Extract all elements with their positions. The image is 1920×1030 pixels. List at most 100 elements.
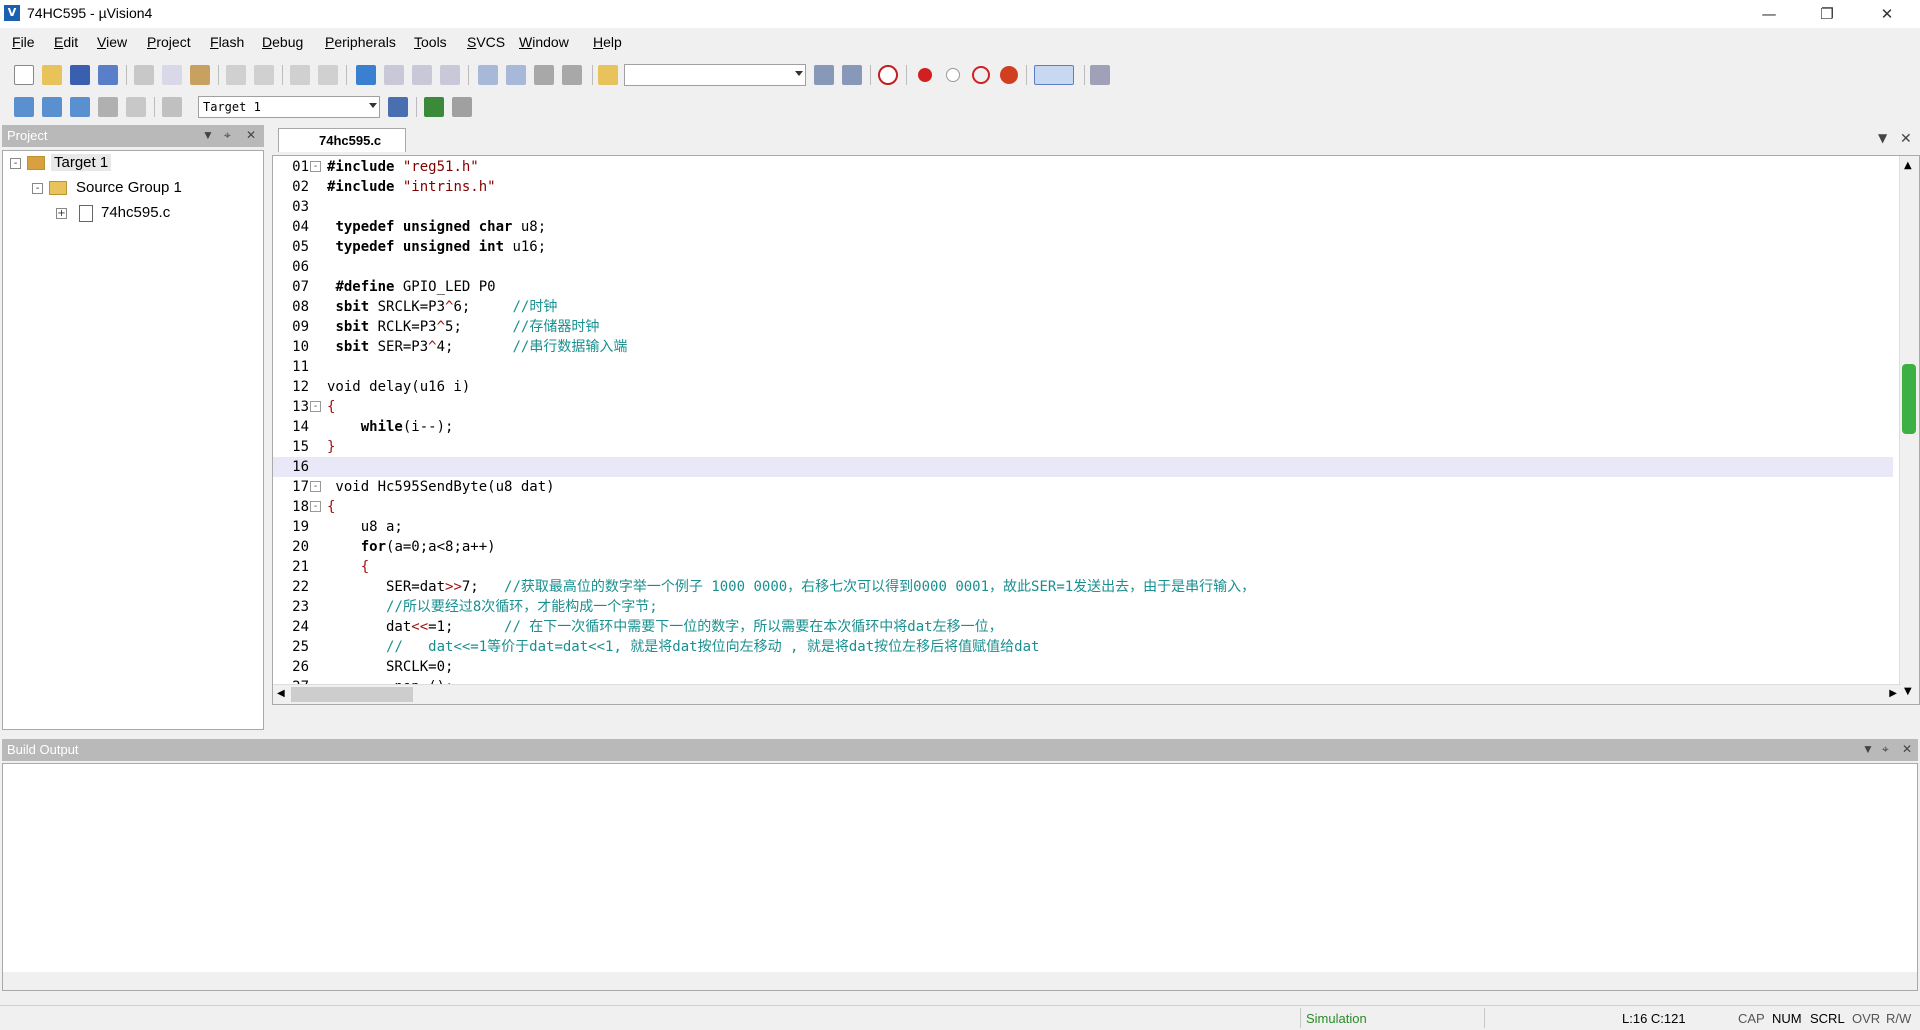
code-line[interactable]: 14 while(i--); <box>273 417 1893 437</box>
code-editor[interactable]: 01- #include "reg51.h" 02 #include "intrins… <box>272 155 1920 705</box>
target-select[interactable]: Target 1 <box>198 96 380 118</box>
fold-toggle-icon[interactable]: - <box>310 161 321 172</box>
redo-icon[interactable] <box>254 65 274 85</box>
copy-icon[interactable] <box>162 65 182 85</box>
code-line[interactable]: 26 SRCLK=0; <box>273 657 1893 677</box>
next-bookmark-icon[interactable] <box>412 65 432 85</box>
select-packs-icon[interactable] <box>452 97 472 117</box>
menu-help[interactable]: Help <box>593 34 622 50</box>
output-pin-icon[interactable]: ⌖ <box>1882 742 1889 757</box>
code-line[interactable]: 10 sbit SER=P3^4; //串行数据输入端 <box>273 337 1893 357</box>
insert-breakpoint-icon[interactable] <box>918 68 932 82</box>
cut-icon[interactable] <box>134 65 154 85</box>
code-line[interactable]: 11 <box>273 357 1893 377</box>
fold-toggle-icon[interactable]: - <box>310 401 321 412</box>
uncomment-icon[interactable] <box>562 65 582 85</box>
code-line[interactable]: 03 <box>273 197 1893 217</box>
tree-file[interactable]: 74hc595.c <box>101 204 170 221</box>
code-line[interactable]: 05 typedef unsigned int u16; <box>273 237 1893 257</box>
find-combo[interactable] <box>624 64 806 86</box>
configure-icon[interactable] <box>1090 65 1110 85</box>
tree-source-group[interactable]: Source Group 1 <box>76 179 182 196</box>
minimize-button[interactable]: — <box>1746 0 1792 28</box>
hscroll-thumb[interactable] <box>291 687 413 702</box>
find-in-files-icon[interactable] <box>598 65 618 85</box>
kill-breakpoints-icon[interactable] <box>1000 66 1018 84</box>
open-folder-icon[interactable] <box>42 65 62 85</box>
collapse-group-icon[interactable]: - <box>32 183 43 194</box>
panel-menu-icon[interactable]: ▼ <box>202 128 214 142</box>
new-file-icon[interactable] <box>14 65 34 85</box>
menu-view[interactable]: View <box>97 34 127 50</box>
insert-bookmark-icon[interactable] <box>356 65 376 85</box>
code-line[interactable]: 09 sbit RCLK=P3^5; //存储器时钟 <box>273 317 1893 337</box>
fold-toggle-icon[interactable]: - <box>310 481 321 492</box>
code-line[interactable]: 06 <box>273 257 1893 277</box>
code-line[interactable]: 16 <box>273 457 1893 477</box>
code-line[interactable]: 20 for(a=0;a<8;a++) <box>273 537 1893 557</box>
prev-bookmark-icon[interactable] <box>384 65 404 85</box>
clear-bookmarks-icon[interactable] <box>440 65 460 85</box>
code-line[interactable]: 07 #define GPIO_LED P0 <box>273 277 1893 297</box>
horizontal-scrollbar[interactable]: ◀ ▶ <box>273 684 1901 704</box>
editor-tab[interactable]: 74hc595.c <box>278 128 406 152</box>
code-line[interactable]: 02 #include "intrins.h" <box>273 177 1893 197</box>
panel-close-icon[interactable]: ✕ <box>246 128 256 142</box>
menu-file[interactable]: File <box>12 34 35 50</box>
undo-icon[interactable] <box>226 65 246 85</box>
tab-list-icon[interactable]: ▼ <box>1878 131 1887 145</box>
navigate-back-icon[interactable] <box>290 65 310 85</box>
paste-icon[interactable] <box>190 65 210 85</box>
comment-icon[interactable] <box>534 65 554 85</box>
manage-components-icon[interactable] <box>424 97 444 117</box>
unindent-icon[interactable] <box>506 65 526 85</box>
code-line[interactable]: 25 // dat<<=1等价于dat=dat<<1, 就是将dat按位向左移动… <box>273 637 1893 657</box>
output-menu-icon[interactable]: ▼ <box>1862 742 1874 756</box>
build-output-pane[interactable] <box>2 763 1918 991</box>
scroll-left-icon[interactable]: ◀ <box>277 688 285 699</box>
save-icon[interactable] <box>70 65 90 85</box>
pin-icon[interactable]: ⌖ <box>224 128 231 143</box>
start-debug-icon[interactable] <box>878 65 898 85</box>
code-line[interactable]: 12 void delay(u16 i) <box>273 377 1893 397</box>
indent-icon[interactable] <box>478 65 498 85</box>
rebuild-icon[interactable] <box>70 97 90 117</box>
scroll-down-icon[interactable]: ▼ <box>1904 686 1912 697</box>
scroll-right-icon[interactable]: ▶ <box>1889 688 1897 699</box>
menu-peripherals[interactable]: Peripherals <box>325 34 396 50</box>
scroll-thumb[interactable] <box>1902 364 1916 434</box>
output-close-icon[interactable]: ✕ <box>1902 742 1912 756</box>
menu-debug[interactable]: Debug <box>262 34 303 50</box>
menu-project[interactable]: Project <box>147 34 191 50</box>
disable-breakpoints-icon[interactable] <box>972 66 990 84</box>
stop-build-icon[interactable] <box>126 97 146 117</box>
tab-close-icon[interactable]: ✕ <box>1900 131 1912 147</box>
code-line[interactable]: 08 sbit SRCLK=P3^6; //时钟 <box>273 297 1893 317</box>
menu-window[interactable]: Window <box>519 34 569 50</box>
translate-icon[interactable] <box>14 97 34 117</box>
save-all-icon[interactable] <box>98 65 118 85</box>
vertical-scrollbar[interactable]: ▲ ▼ <box>1899 156 1919 704</box>
output-hscroll[interactable] <box>3 972 1917 990</box>
close-button[interactable]: ✕ <box>1864 0 1910 28</box>
batch-build-icon[interactable] <box>98 97 118 117</box>
find-icon[interactable] <box>814 65 834 85</box>
build-icon[interactable] <box>42 97 62 117</box>
navigate-forward-icon[interactable] <box>318 65 338 85</box>
tree-target[interactable]: Target 1 <box>51 154 112 171</box>
menu-flash[interactable]: Flash <box>210 34 244 50</box>
code-line[interactable]: 01- #include "reg51.h" <box>273 157 1893 177</box>
code-line[interactable]: 04 typedef unsigned char u8; <box>273 217 1893 237</box>
target-options-icon[interactable] <box>388 97 408 117</box>
restore-button[interactable]: ❐ <box>1804 0 1850 28</box>
incremental-find-icon[interactable] <box>842 65 862 85</box>
code-line[interactable]: 24 dat<<=1; // 在下一次循环中需要下一位的数字，所以需要在本次循环… <box>273 617 1893 637</box>
expand-file-icon[interactable]: + <box>56 208 67 219</box>
collapse-target-icon[interactable]: - <box>10 158 21 169</box>
code-line[interactable]: 23 //所以要经过8次循环，才能构成一个字节; <box>273 597 1893 617</box>
code-line[interactable]: 21 { <box>273 557 1893 577</box>
scroll-up-icon[interactable]: ▲ <box>1904 160 1912 171</box>
fold-toggle-icon[interactable]: - <box>310 501 321 512</box>
window-layout-dropdown-icon[interactable] <box>1034 65 1074 85</box>
code-line[interactable]: 17- void Hc595SendByte(u8 dat) <box>273 477 1893 497</box>
